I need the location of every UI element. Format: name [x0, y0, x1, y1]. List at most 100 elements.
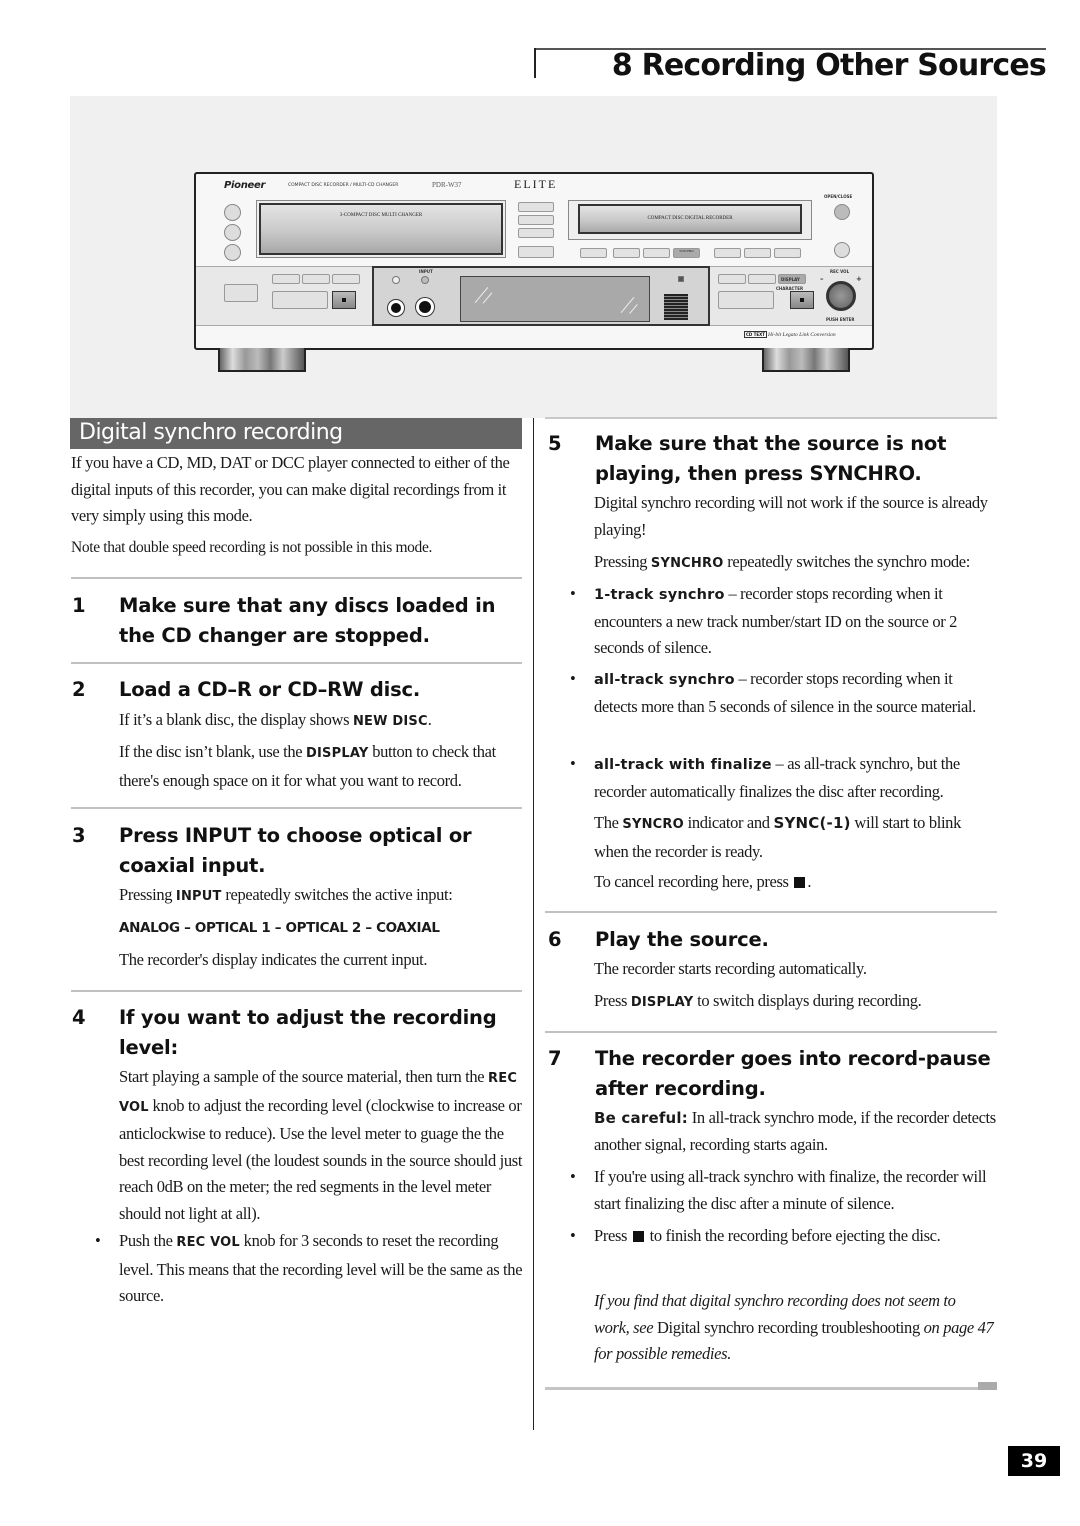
- changer-button: [518, 202, 554, 212]
- cd-recorder-front-panel: Pioneer COMPACT DISC RECORDER / MULTI-CD…: [194, 172, 874, 350]
- recorder-button: [613, 248, 640, 258]
- text: repeatedly switches the synchro mode:: [723, 552, 970, 571]
- eject-icon: [834, 204, 850, 220]
- lcd-glare: [474, 287, 489, 303]
- legato-link-label: Hi-bit Legato Link Conversion: [768, 332, 836, 338]
- column-divider: [533, 418, 534, 1430]
- stop-icon: [794, 877, 806, 888]
- plus-label: +: [856, 275, 862, 283]
- changer-button: [518, 228, 554, 238]
- rec-vol-label: REC VOL: [830, 269, 850, 274]
- text: The: [594, 813, 623, 832]
- recorder-play-button: [718, 291, 774, 309]
- step-1: 1 Make sure that any discs loaded in the…: [72, 591, 512, 651]
- text: to finish the recording before ejecting …: [645, 1226, 941, 1245]
- step-4: 4 If you want to adjust the recording le…: [72, 1003, 512, 1063]
- intro-paragraph: If you have a CD, MD, DAT or DCC player …: [71, 453, 510, 525]
- step-number: 6: [548, 928, 562, 951]
- text: Press: [594, 1226, 631, 1245]
- cross-reference-link[interactable]: Digital synchro recording troubleshootin…: [657, 1318, 920, 1337]
- changer-tray-label: 3-COMPACT DISC MULTI CHANGER: [339, 213, 423, 218]
- bullet-icon: •: [570, 1167, 576, 1186]
- recorder-control-button: [718, 274, 746, 284]
- bullet-text: If you're using all-track synchro with f…: [594, 1167, 987, 1213]
- text: to switch displays during recording.: [693, 991, 922, 1010]
- text: Pressing: [119, 885, 176, 904]
- text: .: [427, 710, 432, 729]
- changer-tray: 3-COMPACT DISC MULTI CHANGER: [259, 203, 503, 255]
- bullet-icon: •: [570, 669, 576, 688]
- recorder-control-button: [748, 274, 776, 284]
- synchro-mode-item: • 1-track synchro – recorder stops recor…: [570, 581, 995, 662]
- step-2-text-2: If the disc isn’t blank, use the DISPLAY…: [119, 739, 529, 794]
- push-enter-label: PUSH ENTER: [826, 317, 855, 322]
- text: To cancel recording here, press: [594, 872, 793, 891]
- bullet-icon: •: [570, 584, 576, 603]
- text: .: [807, 872, 812, 891]
- button-name: DISPLAY: [630, 995, 694, 1010]
- mic-jack: [416, 298, 434, 316]
- step-3-text-2: The recorder's display indicates the cur…: [119, 950, 428, 969]
- cd-text-logo: CD TEXT: [744, 331, 767, 338]
- changer-disc2-button: [224, 224, 241, 241]
- section-end-marker: [978, 1382, 997, 1390]
- step-7: 7 The recorder goes into record-pause af…: [548, 1044, 998, 1104]
- knob-name: REC VOL: [176, 1235, 240, 1250]
- step-3-text-1: Pressing INPUT repeatedly switches the a…: [119, 882, 529, 911]
- step-5: 5 Make sure that the source is not playi…: [548, 429, 998, 489]
- mode-name: all-track synchro: [594, 672, 735, 688]
- mode-name: all-track with finalize: [594, 757, 772, 773]
- text: If the disc isn’t blank, use the: [119, 742, 307, 761]
- button-name: INPUT: [175, 889, 222, 904]
- input-sequence: ANALOG – OPTICAL 1 – OPTICAL 2 – COAXIAL: [119, 920, 440, 936]
- lcd-glare: [482, 292, 493, 304]
- recorder-button: [744, 248, 771, 258]
- bullet-icon: •: [95, 1231, 101, 1250]
- device-foot-left: [218, 348, 306, 372]
- headphone-jack: [388, 300, 404, 316]
- chapter-title: 8 Recording Other Sources: [611, 48, 1047, 83]
- divider: [71, 990, 522, 992]
- display-message: NEW DISC: [352, 714, 428, 729]
- step-7-warning: Be careful: In all-track synchro mode, i…: [594, 1105, 999, 1158]
- divider: [71, 662, 522, 664]
- bullet-icon: •: [570, 754, 576, 773]
- step-6-text-2: Press DISPLAY to switch displays during …: [594, 988, 999, 1017]
- changer-stop-icon: [332, 291, 356, 309]
- changer-button: [518, 215, 554, 225]
- divider: [545, 1031, 997, 1033]
- input-button: [421, 276, 429, 284]
- display-panel: INPUT: [372, 266, 710, 326]
- step-title: Play the source.: [595, 928, 769, 951]
- compact-disc-logo: [664, 294, 688, 320]
- brand-logo: Pioneer: [224, 180, 266, 191]
- changer-control-button: [302, 274, 330, 284]
- recorder-button: [774, 248, 801, 258]
- text: If it’s a blank disc, the display shows: [119, 710, 353, 729]
- divider: [71, 807, 522, 809]
- step-5-text-1: Digital synchro recording will not work …: [594, 493, 988, 539]
- step-number: 3: [72, 824, 86, 847]
- lcd-glare: [629, 304, 638, 314]
- chapter-header-tick: [534, 48, 536, 78]
- synchro-mode-item: • all-track with finalize – as all-track…: [570, 751, 995, 805]
- step-number: 7: [548, 1047, 562, 1070]
- button-name: SYNCHRO: [650, 556, 724, 571]
- open-close-label: OPEN/CLOSE: [824, 194, 853, 199]
- indicator-led: [392, 276, 400, 284]
- changer-button: [518, 246, 554, 258]
- lcd-display: [460, 276, 650, 322]
- step-2: 2 Load a CD–R or CD–RW disc.: [72, 675, 512, 705]
- changer-play-button: [272, 291, 328, 309]
- text: repeatedly switches the active input:: [221, 885, 453, 904]
- step-7-bullet: • If you're using all-track synchro with…: [570, 1164, 995, 1217]
- recorder-button: [580, 248, 607, 258]
- recorder-tray-frame: COMPACT DISC DIGITAL RECORDER: [568, 200, 812, 240]
- brand-description: COMPACT DISC RECORDER / MULTI-CD CHANGER: [288, 183, 399, 188]
- page-number: 39: [1008, 1446, 1060, 1476]
- step-title: The recorder goes into record-pause afte…: [595, 1047, 991, 1100]
- text: Push the: [119, 1231, 177, 1250]
- recorder-stop-icon: [790, 291, 814, 309]
- step-5-text-3: The SYNCRO indicator and SYNC(-1) will s…: [594, 810, 999, 865]
- step-title: Load a CD–R or CD–RW disc.: [119, 678, 421, 701]
